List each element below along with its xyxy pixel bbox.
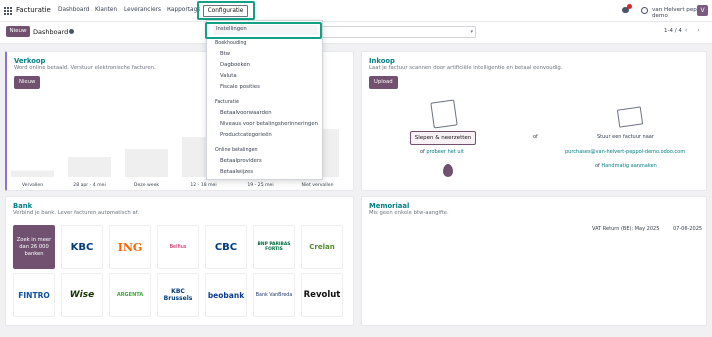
manual-create-link[interactable]: Handmatig aanmaken [601,163,656,169]
document-icon [430,99,458,129]
bank-tile-revolut[interactable]: Revolut [301,273,343,317]
activity-clock-icon[interactable] [641,7,648,14]
bank-tile-beobank[interactable]: beobank [205,273,247,317]
bank-tile-cbc[interactable]: CBC [205,225,247,269]
chart-bar-1[interactable] [68,157,111,177]
configuratie-dropdown: Instellingen Boekhouding Btw Dagboeken V… [206,20,323,180]
bank-tile-kbc[interactable]: KBC [61,225,103,269]
bank-tile-bnp[interactable]: BNP PARIBAS FORTIS [253,225,295,269]
try-it-text: of probeer het uit [420,149,464,155]
or-label: of [533,134,538,140]
manual-create-text: of Handmatig aanmaken [595,163,657,169]
drag-drop-button[interactable]: Slepen & neerzetten [410,131,476,145]
dropdown-item-betaalproviders[interactable]: Betaalproviders [220,158,262,164]
pager-value[interactable]: 1-4 / 4 [664,28,682,34]
menu-klanten[interactable]: Klanten [95,7,117,13]
menu-dashboard[interactable]: Dashboard [58,7,89,13]
app-name[interactable]: Facturatie [16,6,51,14]
dropdown-header-facturatie: Facturatie [215,100,239,105]
inkoop-title[interactable]: Inkoop [369,57,395,65]
dropdown-item-herinneringen[interactable]: Niveaus voor betalingsherinneringen [220,121,318,127]
bank-subtitle: Verbind je bank. Lever facturen automati… [13,210,139,216]
memoriaal-subtitle: Mis geen enkele btw-aangifte. [369,210,449,216]
chat-badge [627,4,632,9]
app-menu-icon[interactable] [4,7,12,15]
memoriaal-title[interactable]: Memoriaal [369,202,409,210]
dropdown-item-valuta[interactable]: Valuta [220,73,237,79]
chart-xlabel-5: Niet vervallen [301,182,333,188]
memoriaal-card: Memoriaal Mis geen enkele btw-aangifte. [361,196,707,326]
inkoop-card: Inkoop Laat je factuur scannen door arti… [361,51,707,191]
memo-row-label[interactable]: VAT Return (BE): May 2025 [592,226,659,232]
bank-title[interactable]: Bank [13,202,32,210]
control-panel: Nieuw Dashboard ▾ 1-4 / 4 ‹ › [0,22,712,44]
highlight-instellingen [205,22,322,39]
bank-tile-crelan[interactable]: Crelan [301,225,343,269]
bank-tile-vanbreda[interactable]: Bank VanBreda [253,273,295,317]
pager-arrows[interactable]: ‹ › [685,27,704,34]
manual-or-text: of [595,163,600,169]
bank-tile-argenta[interactable]: ARGENTA [109,273,151,317]
search-banks-tile[interactable]: Zoek in meer dan 26 000 banken [13,225,55,269]
mail-address-link[interactable]: purchases@van-helvert-peppol-demo.odoo.c… [565,149,685,155]
chevron-down-icon[interactable]: ▾ [470,29,473,35]
chart-bar-0[interactable] [11,170,54,177]
highlight-configuratie [197,1,255,20]
page-title: Dashboard [33,28,69,36]
try-it-link[interactable]: probeer het uit [426,149,463,155]
mail-icon [616,106,644,128]
dropdown-item-productcategorieen[interactable]: Productcategorieën [220,132,272,138]
dropdown-item-dagboeken[interactable]: Dagboeken [220,62,250,68]
memo-row-date: 07-06-2025 [673,226,703,232]
inkoop-subtitle: Laat je factuur scannen door artificiële… [369,65,563,71]
chart-xlabel-0: Vervallen [22,182,43,188]
search-input[interactable]: ▾ [320,26,476,38]
chart-xlabel-1: 28 apr - 4 mei [73,182,105,188]
drop-icon [443,164,453,177]
chart-xlabel-3: 12 - 18 mei [190,182,216,188]
bank-tile-fintro[interactable]: FINTRO [13,273,55,317]
inkoop-upload-button[interactable]: Upload [369,76,398,89]
menu-rapportage[interactable]: Rapportage [167,7,200,13]
top-navbar: Facturatie Dashboard Klanten Leverancier… [0,0,712,22]
chart-xlabel-2: Deze week [134,182,159,188]
mail-label: Stuur een factuur naar [597,134,654,140]
dropdown-item-betaalvoorwaarden[interactable]: Betaalvoorwaarden [220,110,272,116]
bank-tile-wise[interactable]: Wise [61,273,103,317]
dropdown-header-online-betalingen: Online betalingen [215,148,258,153]
chart-bar-2[interactable] [125,149,168,177]
chart-xlabel-4: 19 - 25 mei [247,182,273,188]
bank-tile-kbc-brussels[interactable]: KBC Brussels [157,273,199,317]
try-or-text: of [420,149,425,155]
menu-leveranciers[interactable]: Leveranciers [124,7,161,13]
dropdown-item-betaalwijzes[interactable]: Betaalwijzes [220,169,253,175]
new-button[interactable]: Nieuw [6,26,30,37]
dropdown-item-btw[interactable]: Btw [220,51,230,57]
dropdown-item-fiscale-posities[interactable]: Fiscale posities [220,84,260,90]
dropdown-header-boekhouding: Boekhouding [215,41,247,46]
bank-tile-belfius[interactable]: Belfius [157,225,199,269]
bank-tile-ing[interactable]: ING [109,225,151,269]
avatar[interactable]: V [697,5,708,16]
gear-icon[interactable] [69,29,74,34]
